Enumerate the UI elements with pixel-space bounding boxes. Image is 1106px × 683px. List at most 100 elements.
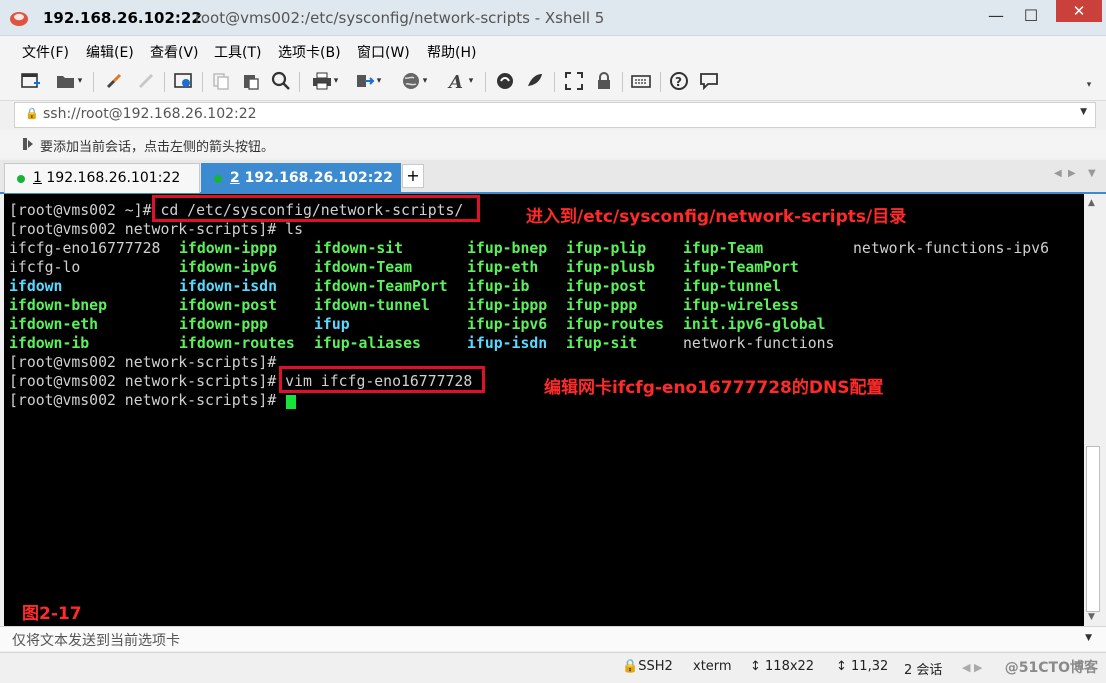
ls-entry: ifdown-bnep (9, 297, 107, 314)
ls-entry: network-functions-ipv6 (853, 240, 1049, 257)
tab-session-2[interactable]: 2 192.168.26.102:22 (201, 163, 401, 193)
ls-entry: ifdown-Team (314, 259, 412, 276)
menu-view[interactable]: 查看(V) (150, 42, 199, 62)
new-session-icon[interactable] (20, 70, 42, 92)
ls-entry: ifcfg-lo (9, 259, 81, 276)
ls-entry: ifup-ipv6 (467, 316, 548, 333)
menu-tabs[interactable]: 选项卡(B) (278, 42, 341, 62)
terminal-screen[interactable]: [root@vms002 ~]# cd /etc/sysconfig/netwo… (4, 194, 1084, 626)
toolbar-separator (202, 72, 203, 92)
scroll-down-icon[interactable]: ▼ (1088, 612, 1095, 622)
copy-icon[interactable] (210, 70, 232, 92)
connected-status-icon (17, 175, 25, 183)
toolbar-separator (554, 72, 555, 92)
add-session-arrow-icon[interactable] (22, 137, 34, 154)
open-folder-icon[interactable]: ▾ (52, 70, 86, 92)
ls-entry: init.ipv6-global (683, 316, 826, 333)
xftp-icon[interactable] (494, 70, 516, 92)
lock-screen-icon[interactable] (593, 70, 615, 92)
status-cursor-position: ↕ 11,32 (836, 659, 889, 674)
terminal-scrollbar[interactable]: ▲ ▼ (1084, 194, 1102, 626)
disconnect-icon[interactable] (135, 70, 157, 92)
ls-entry: ifup-plusb (566, 259, 656, 276)
globe-icon[interactable]: ▾ (396, 70, 432, 92)
print-icon[interactable]: ▾ (307, 70, 343, 92)
minimize-button[interactable]: — (983, 6, 1009, 26)
status-nav-icons[interactable]: ◀ ▶ (962, 661, 982, 674)
ls-entry: ifup-aliases (314, 335, 421, 352)
status-terminal-type: xterm (693, 659, 732, 674)
transfer-icon[interactable]: ▾ (350, 70, 386, 92)
ls-entry: ifup-routes (566, 316, 664, 333)
annotation-vim: 编辑网卡ifcfg-eno16777728的DNS配置 (544, 378, 884, 398)
menu-file[interactable]: 文件(F) (22, 42, 69, 62)
toolbar-separator (93, 72, 94, 92)
ls-entry: ifdown-sit (314, 240, 404, 257)
add-tab-button[interactable]: + (402, 164, 424, 188)
toolbar-separator (622, 72, 623, 92)
ls-entry: ifup-ppp (566, 297, 638, 314)
tab-session-1[interactable]: 1 192.168.26.101:22 (4, 163, 200, 193)
status-bar: 🔒SSH2 xterm ↕ 118x22 ↕ 11,32 2 会话 ◀ ▶ @5… (0, 652, 1106, 683)
toolbar-separator (299, 72, 300, 92)
title-bar: 192.168.26.102:22 root@vms002:/etc/sysco… (0, 0, 1106, 36)
properties-icon[interactable] (173, 70, 195, 92)
compose-input[interactable]: 仅将文本发送到当前选项卡 (12, 630, 180, 650)
menu-tools[interactable]: 工具(T) (214, 42, 261, 62)
ls-entry: ifup-plip (566, 240, 647, 257)
highlight-box-vim (279, 366, 485, 393)
reconnect-icon[interactable] (103, 70, 125, 92)
close-button[interactable]: ✕ (1056, 0, 1102, 22)
window-title-host: 192.168.26.102:22 (43, 9, 202, 27)
status-protocol: 🔒SSH2 (622, 659, 673, 674)
font-icon[interactable]: A ▾ (442, 70, 478, 92)
ls-entry: ifup-eth (467, 259, 539, 276)
compose-bar[interactable]: 仅将文本发送到当前选项卡 ▼ (0, 626, 1106, 651)
ls-entry: ifup-tunnel (683, 278, 781, 295)
ls-entry: ifdown-TeamPort (314, 278, 448, 295)
window-title: root@vms002:/etc/sysconfig/network-scrip… (195, 9, 605, 27)
lock-icon: 🔒 (25, 107, 39, 120)
find-icon[interactable] (270, 70, 292, 92)
status-session-count: 2 会话 (904, 663, 943, 678)
toolbar-separator (485, 72, 486, 92)
ls-entry: ifup-bnep (467, 240, 548, 257)
maximize-button[interactable]: ☐ (1018, 6, 1044, 26)
paste-icon[interactable] (240, 70, 262, 92)
svg-text:?: ? (675, 75, 682, 89)
menu-bar: 文件(F) 编辑(E) 查看(V) 工具(T) 选项卡(B) 窗口(W) 帮助(… (0, 36, 1106, 64)
ls-entry: ifdown-eth (9, 316, 99, 333)
help-icon[interactable]: ? (668, 70, 690, 92)
ls-entry: ifdown-tunnel (314, 297, 430, 314)
tab-scroll-right-icon[interactable]: ▶ (1068, 168, 1076, 179)
tab-list-icon[interactable]: ▼ (1088, 168, 1096, 179)
menu-edit[interactable]: 编辑(E) (86, 42, 134, 62)
scroll-up-icon[interactable]: ▲ (1088, 198, 1095, 208)
figure-label: 图2-17 (22, 604, 82, 624)
ls-entry: ifup-ib (467, 278, 530, 295)
xshell-logo-icon (10, 12, 28, 26)
tab-bar: 1 192.168.26.101:22 2 192.168.26.102:22 … (0, 160, 1106, 194)
chat-icon[interactable] (698, 70, 720, 92)
fullscreen-icon[interactable] (563, 70, 585, 92)
annotation-cd: 进入到/etc/sysconfig/network-scripts/目录 (526, 207, 907, 227)
script-icon[interactable] (524, 70, 546, 92)
toolbar-separator (660, 72, 661, 92)
ls-entry: ifdown-isdn (179, 278, 277, 295)
compose-dropdown-icon[interactable]: ▼ (1085, 633, 1092, 643)
menu-help[interactable]: 帮助(H) (427, 42, 476, 62)
menu-window[interactable]: 窗口(W) (357, 42, 410, 62)
address-bar[interactable]: 🔒 ssh://root@192.168.26.102:22 ▼ (14, 102, 1096, 128)
address-dropdown-icon[interactable]: ▼ (1080, 107, 1087, 117)
ls-entry: ifup-sit (566, 335, 638, 352)
scrollbar-thumb[interactable] (1086, 446, 1100, 612)
ls-entry: ifup-wireless (683, 297, 799, 314)
toolbar-overflow-icon[interactable]: ▾ (1082, 78, 1096, 92)
address-input[interactable]: ssh://root@192.168.26.102:22 (43, 106, 257, 122)
svg-text:A: A (447, 72, 463, 91)
tab-scroll-left-icon[interactable]: ◀ (1054, 168, 1062, 179)
keyboard-icon[interactable] (630, 70, 652, 92)
ls-entry: ifup-Team (683, 240, 764, 257)
watermark: @51CTO博客 (1004, 660, 1098, 676)
terminal-cursor (286, 395, 296, 409)
